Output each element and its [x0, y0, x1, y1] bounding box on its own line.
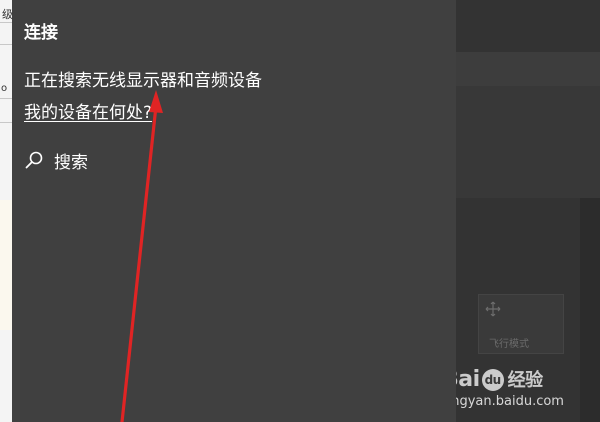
- background-app-divider: [0, 122, 12, 123]
- action-center-band: [456, 52, 600, 86]
- airplane-mode-label: 飞行模式: [489, 339, 529, 350]
- search-button[interactable]: 搜索: [24, 148, 88, 173]
- watermark-brand-cn: 经验: [507, 370, 544, 391]
- background-app-panel: [0, 200, 12, 330]
- action-center-tile[interactable]: [456, 0, 600, 52]
- watermark-url: jingyan.baidu.com: [444, 394, 564, 409]
- background-app-divider: [0, 44, 12, 45]
- panel-title: 连接: [24, 23, 58, 43]
- watermark-logo: Bai du 经验: [442, 366, 543, 392]
- screen: 级 o 飞行模式 Bai du 经验 jingyan.baidu.com 连接 正在…: [0, 0, 600, 422]
- watermark: Bai du 经验 jingyan.baidu.com: [442, 366, 592, 412]
- background-app-text: o: [1, 83, 8, 94]
- airplane-mode-tile[interactable]: 飞行模式: [478, 294, 564, 354]
- background-app-divider: [0, 22, 12, 23]
- airplane-icon: [485, 301, 501, 317]
- background-app-window: 级 o: [0, 0, 13, 422]
- background-app-divider: [0, 98, 12, 99]
- search-icon: [24, 150, 44, 170]
- connect-panel: 连接 正在搜索无线显示器和音频设备 我的设备在何处? 搜索: [12, 0, 456, 422]
- where-is-my-device-link[interactable]: 我的设备在何处?: [24, 98, 152, 123]
- action-center-tile[interactable]: [456, 86, 600, 198]
- search-label: 搜索: [54, 152, 88, 173]
- watermark-paw-icon: du: [481, 369, 504, 391]
- searching-status: 正在搜索无线显示器和音频设备: [24, 71, 262, 91]
